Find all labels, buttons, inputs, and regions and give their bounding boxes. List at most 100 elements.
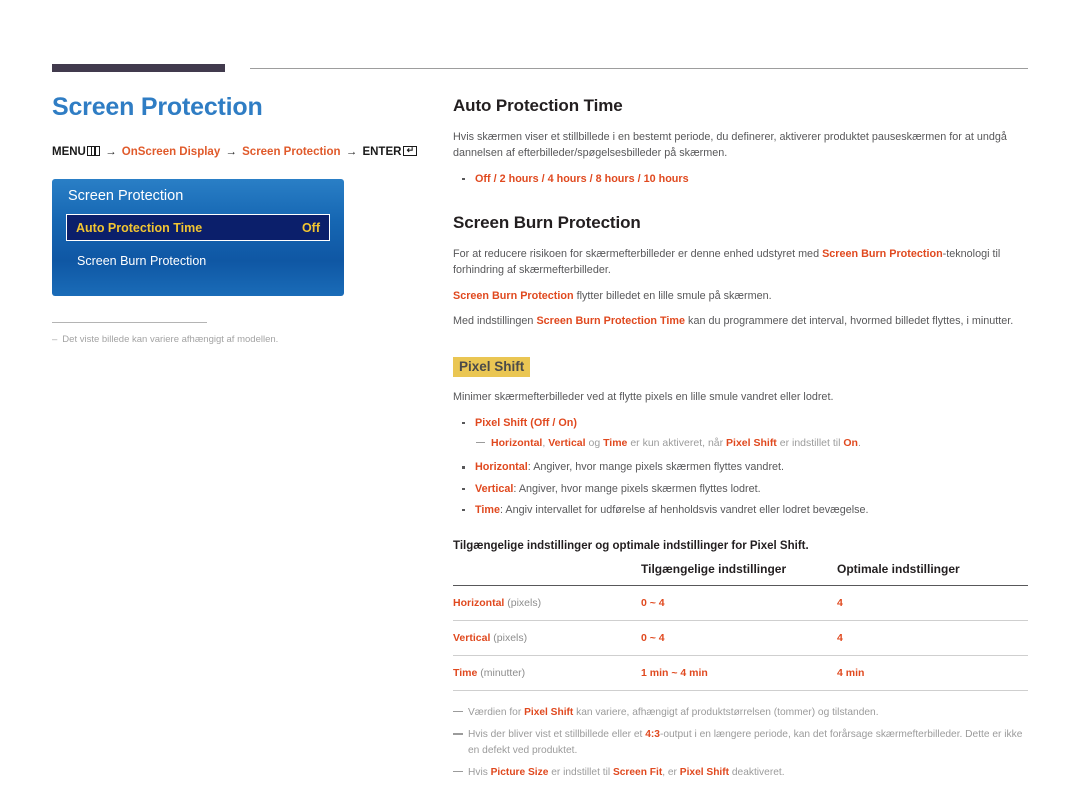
- subnote-horizontal: Horizontal: [491, 436, 543, 449]
- subnote-mid2: er indstillet til: [776, 436, 844, 449]
- footnote: Hvis Picture Size er indstillet til Scre…: [453, 765, 1028, 780]
- burn-p3-a: Med indstillingen: [453, 315, 537, 328]
- table-header-optimal: Optimale indstillinger: [837, 562, 1028, 587]
- subnote-mid: er kun aktiveret, når: [627, 436, 727, 449]
- fn0-term: Pixel Shift: [524, 707, 574, 719]
- enter-return-glyph: ↵: [406, 145, 415, 155]
- osd-row-value: Off: [301, 220, 320, 235]
- row-unit-vertical: (pixels): [490, 632, 528, 645]
- burn-protection-paragraph-1: For at reducere risikoen for skærmefterb…: [453, 246, 1028, 279]
- breadcrumb-enter-label: ENTER: [362, 145, 402, 158]
- table-cell-available: 1 min ~ 4 min: [641, 655, 837, 692]
- osd-row-auto-protection-time[interactable]: Auto Protection Time Off: [66, 214, 330, 242]
- pixel-shift-paren-close: ): [573, 416, 578, 429]
- subnote-time: Time: [603, 436, 628, 449]
- option-sep-4: /: [634, 172, 644, 185]
- fn2-c: er indstillet til: [548, 766, 613, 778]
- subnote-vertical: Vertical: [548, 436, 586, 449]
- breadcrumb-menu-label: MENU: [52, 145, 86, 158]
- option-sep-2: /: [538, 172, 548, 185]
- section-heading-auto-protection-time: Auto Protection Time: [453, 96, 623, 115]
- pixel-shift-option-on: On: [558, 416, 574, 429]
- list-item: Time: Angiv intervallet for udførelse af…: [453, 502, 1028, 518]
- bullet-label-time: Time: [475, 503, 501, 516]
- footnotes-block: Værdien for Pixel Shift kan variere, afh…: [453, 705, 1028, 780]
- breadcrumb: MENU → OnScreen Display → Screen Protect…: [52, 145, 418, 160]
- pixel-shift-intro: Minimer skærmefterbilleder ved at flytte…: [453, 391, 834, 404]
- pixel-shift-sub-options-list: Horizontal : Angiver, hvor mange pixels s…: [453, 459, 1028, 518]
- breadcrumb-item-screen-protection[interactable]: Screen Protection: [242, 146, 340, 158]
- header-rule-accent: [52, 64, 225, 72]
- burn-p1-a: For at reducere risikoen for skærmefterb…: [453, 248, 823, 260]
- breadcrumb-item-onscreen-display[interactable]: OnScreen Display: [122, 146, 220, 158]
- burn-p2-b: flytter billedet en lille smule på skærm…: [573, 289, 772, 302]
- burn-p1-term: Screen Burn Protection: [822, 248, 943, 260]
- breadcrumb-arrow-2: →: [225, 145, 237, 158]
- row-optimal-time: 4 min: [837, 667, 865, 680]
- subnote-end: .: [857, 436, 861, 449]
- pixel-shift-option-name: Pixel Shift: [475, 416, 528, 429]
- auto-protection-paragraph: Hvis skærmen viser et stillbillede i en …: [453, 131, 1007, 160]
- row-unit-time: (minutter): [477, 667, 526, 680]
- pixel-shift-main-option-list: Pixel Shift (Off / On): [453, 415, 1028, 431]
- osd-panel-title: Screen Protection: [68, 188, 184, 205]
- list-item: Pixel Shift (Off / On): [453, 415, 1028, 431]
- page-title: Screen Protection: [52, 93, 263, 121]
- osd-row-screen-burn-protection[interactable]: Screen Burn Protection: [66, 248, 330, 274]
- subnote-og: og: [585, 436, 604, 449]
- right-column: Auto Protection Time Hvis skærmen viser …: [453, 96, 1028, 787]
- row-optimal-vertical: 4: [837, 632, 843, 645]
- option-off: Off: [475, 172, 491, 185]
- bullet-text-time: : Angiv intervallet for udførelse af hen…: [500, 503, 869, 516]
- table-row: Vertical (pixels) 0 ~ 4 4: [453, 620, 1028, 657]
- fn2-term-3: Pixel Shift: [679, 766, 730, 778]
- burn-p3-c: kan du programmere det interval, hvormed…: [685, 315, 1014, 328]
- manual-page: Screen Protection MENU → OnScreen Displa…: [0, 0, 1080, 778]
- table-caption: Tilgængelige indstillinger og optimale i…: [453, 540, 809, 553]
- table-cell-available: 0 ~ 4: [641, 620, 837, 657]
- option-10-hours: 10 hours: [643, 172, 689, 185]
- fn0-c: kan variere, afhængigt af produktstørrel…: [573, 707, 879, 719]
- pixel-shift-settings-table: Tilgængelige indstillinger Optimale inds…: [453, 562, 1028, 692]
- left-note-block: – Det viste billede kan variere afhængig…: [52, 322, 282, 346]
- table-header-blank: [453, 562, 641, 587]
- osd-preview-panel: Screen Protection Auto Protection Time O…: [52, 179, 344, 297]
- osd-row-label: Auto Protection Time: [76, 220, 203, 235]
- row-label-vertical: Vertical: [453, 632, 491, 645]
- fn2-term-1: Picture Size: [490, 766, 549, 778]
- table-cell-optimal: 4: [837, 620, 1028, 657]
- option-sep-1: /: [490, 172, 500, 185]
- burn-p3-term: Screen Burn Protection Time: [536, 315, 686, 328]
- bullet-label-horizontal: Horizontal: [475, 461, 528, 474]
- row-optimal-horizontal: 4: [837, 597, 843, 610]
- fn1-term: 4:3: [645, 729, 660, 741]
- bullet-label-vertical: Vertical: [475, 482, 514, 495]
- row-unit-horizontal: (pixels): [504, 597, 542, 610]
- fn1-a: Hvis der bliver vist et stillbillede ell…: [468, 729, 646, 741]
- header-rule-group: [52, 64, 1028, 74]
- left-note-divider: [52, 322, 207, 324]
- fn2-a: Hvis: [468, 766, 491, 778]
- pixel-shift-option-off: Off: [533, 416, 550, 429]
- option-8-hours: 8 hours: [595, 172, 635, 185]
- bullet-text-vertical: : Angiver, hvor mange pixels skærmen fly…: [513, 482, 761, 495]
- section-heading-screen-burn-protection: Screen Burn Protection: [453, 213, 641, 232]
- option-4-hours: 4 hours: [547, 172, 587, 185]
- menu-bars-icon: [86, 145, 100, 156]
- subnote-on: On: [843, 436, 858, 449]
- row-available-time: 1 min ~ 4 min: [641, 667, 708, 680]
- burn-protection-paragraph-3: Med indstillingen Screen Burn Protection…: [453, 313, 1028, 329]
- option-sep-3: /: [586, 172, 596, 185]
- table-header-available: Tilgængelige indstillinger: [641, 562, 837, 587]
- table-cell-optimal: 4 min: [837, 655, 1028, 692]
- enter-return-icon: ↵: [403, 145, 418, 156]
- table-row: Horizontal (pixels) 0 ~ 4 4: [453, 585, 1028, 622]
- row-label-time: Time: [453, 667, 478, 680]
- fn0-a: Værdien for: [468, 707, 525, 719]
- breadcrumb-arrow-1: →: [105, 145, 117, 158]
- table-cell-optimal: 4: [837, 585, 1028, 622]
- footnote: Hvis der bliver vist et stillbillede ell…: [453, 727, 1028, 758]
- subnote-pixel-shift: Pixel Shift: [726, 436, 777, 449]
- row-available-vertical: 0 ~ 4: [641, 632, 665, 645]
- fn2-e: , er: [662, 766, 680, 778]
